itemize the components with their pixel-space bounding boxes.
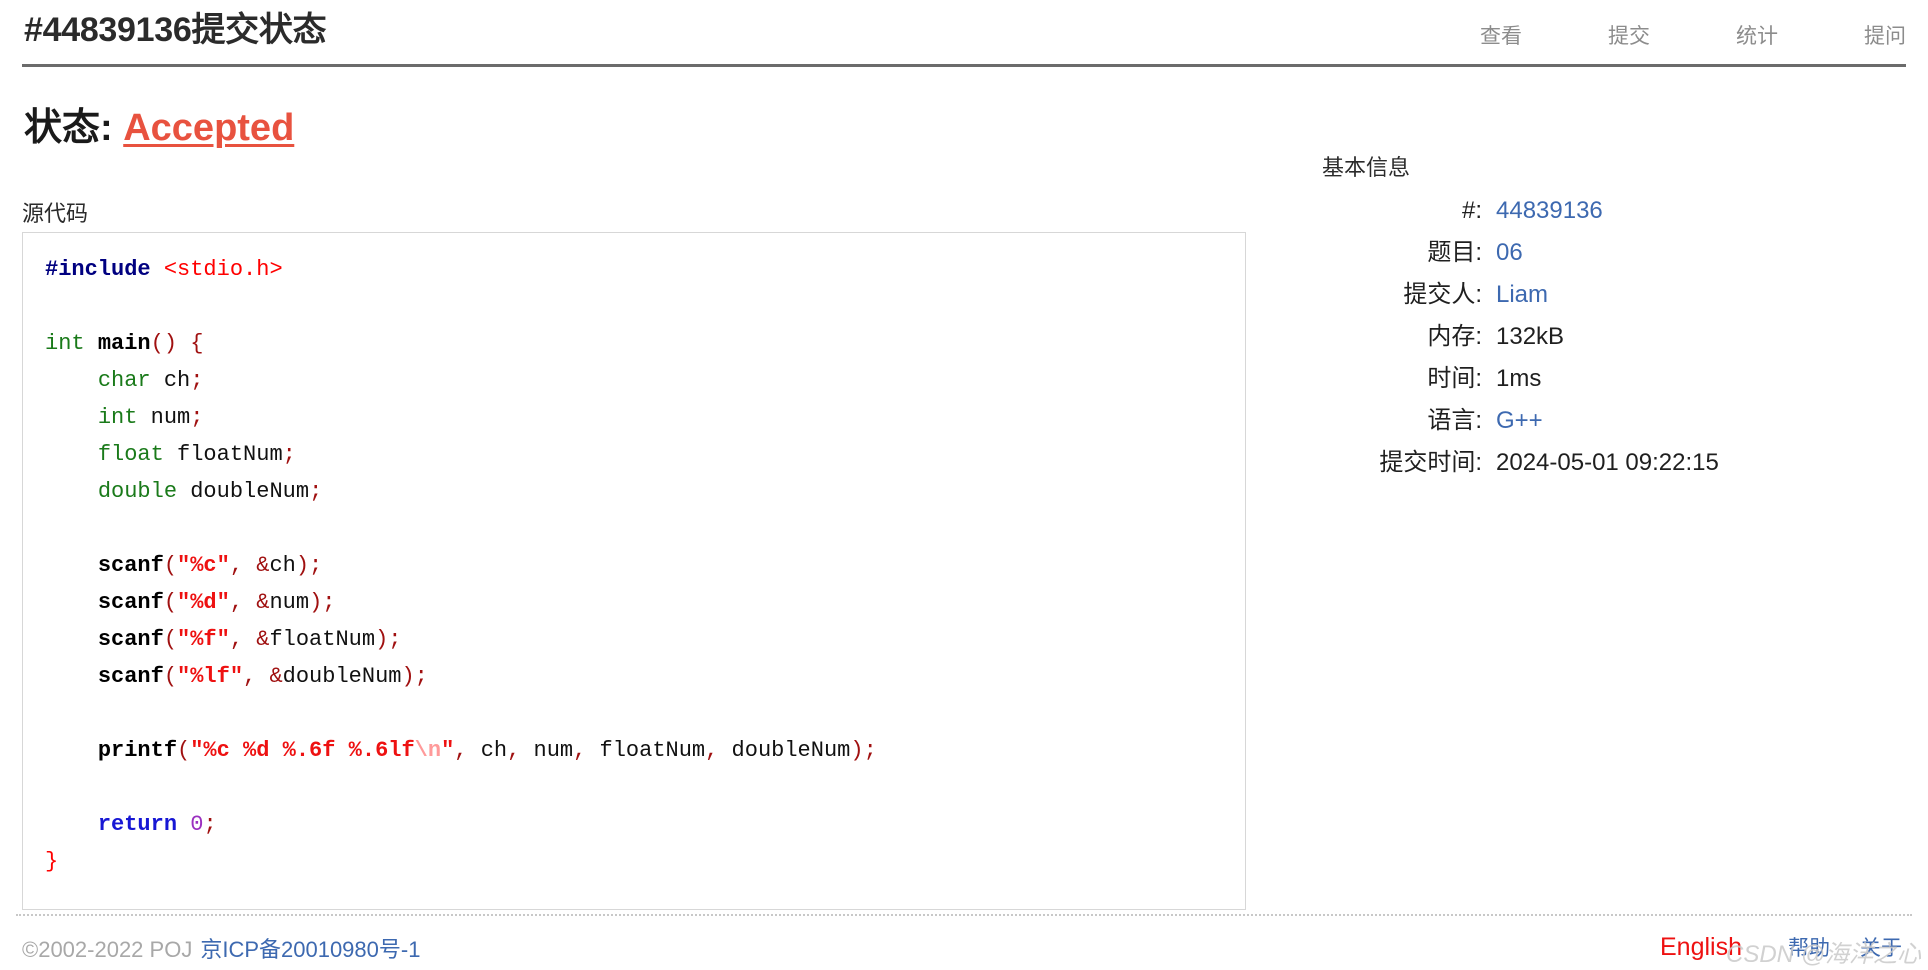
nav-link-ask[interactable]: 提问	[1864, 20, 1906, 50]
info-value-user[interactable]: Liam	[1496, 278, 1548, 312]
header-nav: 查看 提交 统计 提问	[1480, 20, 1906, 50]
submission-status-page: #44839136提交状态 查看 提交 统计 提问 状态: Accepted 源…	[0, 0, 1928, 970]
info-key-memory: 内存:	[1427, 323, 1482, 350]
info-key-language: 语言:	[1427, 407, 1482, 434]
basic-info-title: 基本信息	[1322, 155, 1411, 180]
info-row-language: 语言: G++	[1300, 404, 1900, 438]
status-line: 状态: Accepted	[24, 96, 294, 151]
info-row-id: #: 44839136	[1300, 194, 1900, 228]
info-value-problem[interactable]: 06	[1496, 236, 1523, 270]
status-label: 状态:	[24, 107, 113, 149]
page-header: #44839136提交状态 查看 提交 统计 提问	[0, 0, 1928, 68]
nav-link-submit[interactable]: 提交	[1608, 20, 1650, 50]
status-badge[interactable]: Accepted	[123, 107, 294, 149]
info-row-problem: 题目: 06	[1300, 236, 1900, 270]
nav-link-view[interactable]: 查看	[1480, 20, 1522, 50]
footer-left: ©2002-2022 POJ 京ICP备20010980号-1	[22, 932, 420, 964]
info-key-submit-time: 提交时间:	[1379, 449, 1482, 476]
info-row-memory: 内存: 132kB	[1300, 320, 1900, 354]
info-value-time: 1ms	[1496, 365, 1542, 392]
info-key-time: 时间:	[1427, 365, 1482, 392]
page-footer: ©2002-2022 POJ 京ICP备20010980号-1 English 帮…	[0, 926, 1928, 970]
page-title: #44839136提交状态	[24, 11, 327, 49]
nav-link-stats[interactable]: 统计	[1736, 20, 1778, 50]
info-row-time: 时间: 1ms	[1300, 362, 1900, 396]
icp-license-link[interactable]: 京ICP备20010980号-1	[200, 937, 420, 962]
footer-divider	[16, 914, 1912, 916]
info-value-memory: 132kB	[1496, 323, 1565, 350]
source-code-label: 源代码	[22, 201, 89, 226]
source-code-box[interactable]: #include <stdio.h> int main() { char ch;…	[22, 232, 1246, 910]
copyright-text: ©2002-2022 POJ	[22, 937, 193, 962]
header-divider	[22, 64, 1906, 67]
info-value-submit-time: 2024-05-01 09:22:15	[1496, 449, 1719, 476]
info-value-id[interactable]: 44839136	[1496, 194, 1603, 228]
source-code: #include <stdio.h> int main() { char ch;…	[45, 257, 877, 874]
help-link[interactable]: 帮助	[1788, 932, 1830, 962]
footer-right: English 帮助 关于	[1660, 932, 1902, 962]
info-row-user: 提交人: Liam	[1300, 278, 1900, 312]
info-key-problem: 题目:	[1427, 239, 1482, 266]
info-row-submit-time: 提交时间: 2024-05-01 09:22:15	[1300, 446, 1900, 480]
info-value-language[interactable]: G++	[1496, 404, 1543, 438]
language-toggle-link[interactable]: English	[1660, 933, 1742, 962]
about-link[interactable]: 关于	[1860, 932, 1902, 962]
info-key-user: 提交人:	[1403, 281, 1482, 308]
info-key-id: #:	[1461, 197, 1482, 224]
basic-info-panel: 基本信息 #: 44839136 题目: 06 提交人: Liam 内存: 13…	[1300, 150, 1900, 488]
